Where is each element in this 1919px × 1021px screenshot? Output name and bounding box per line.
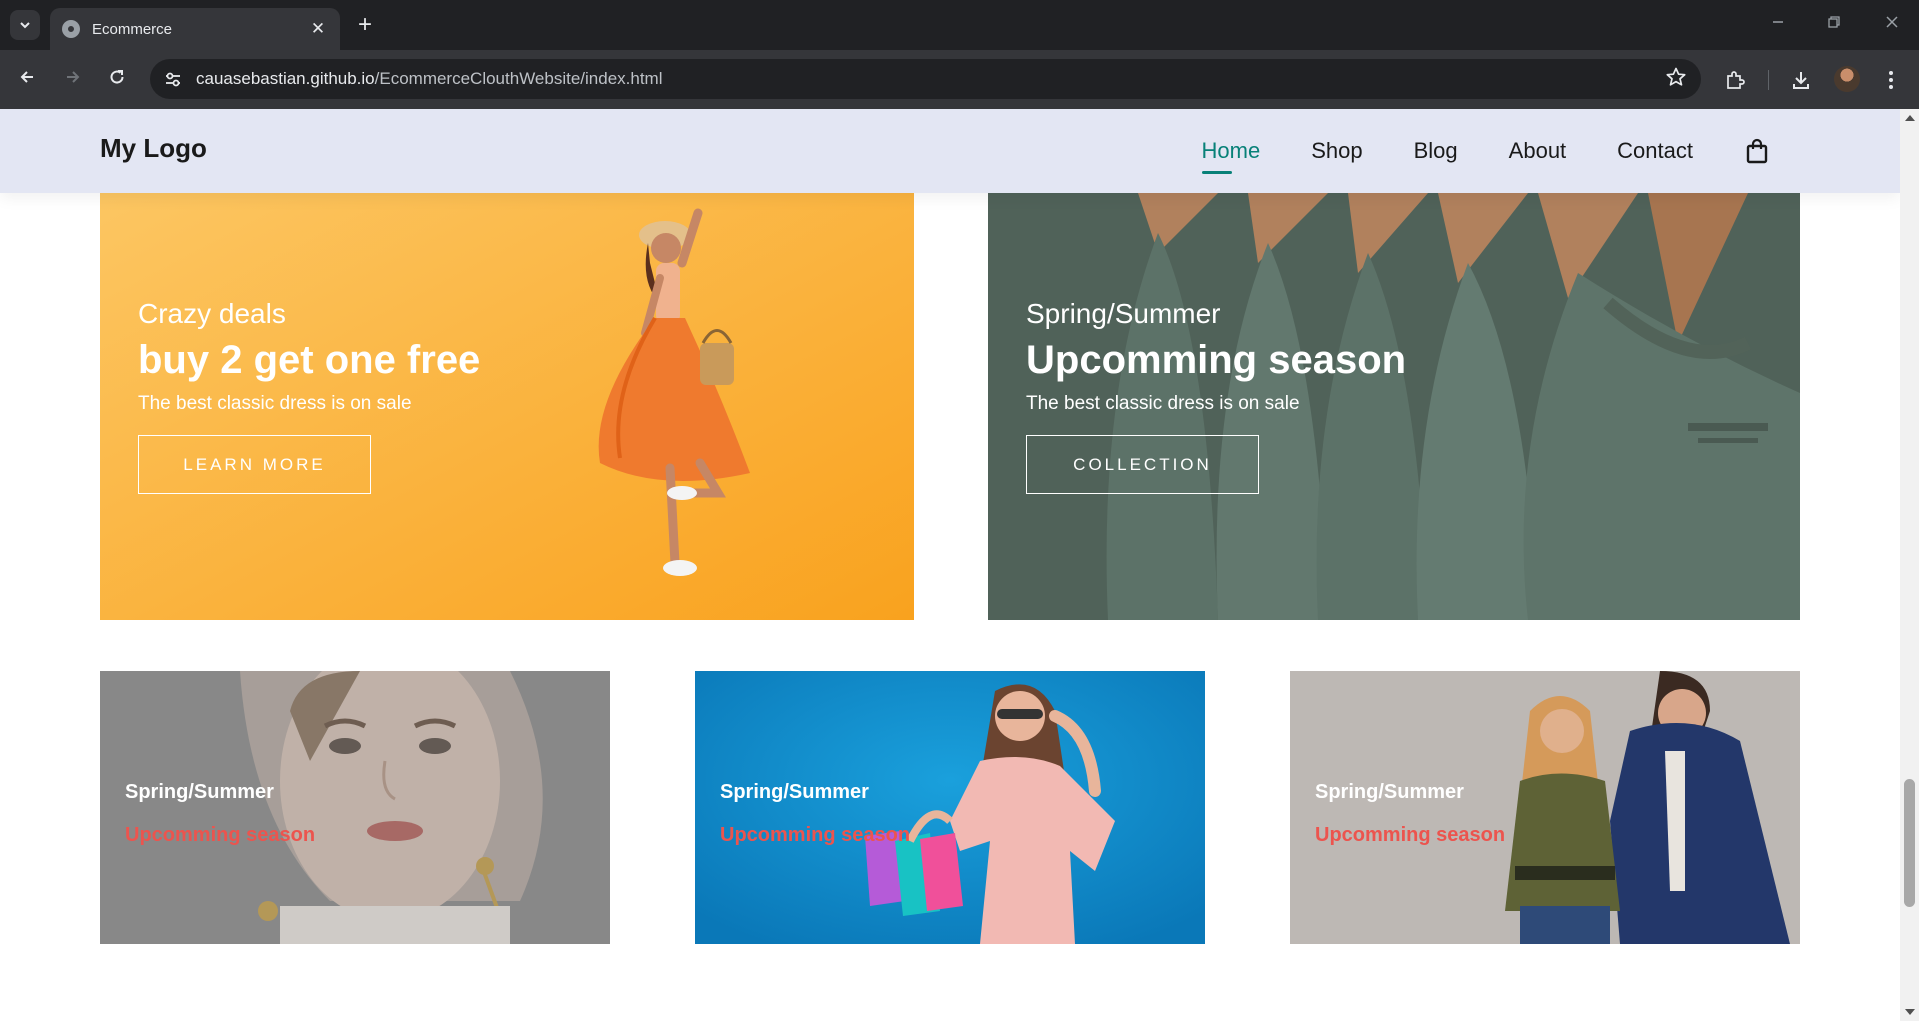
page-viewport: My Logo Home Shop Blog About Contact Cra… bbox=[0, 109, 1900, 1021]
collection-button[interactable]: COLLECTION bbox=[1026, 435, 1259, 494]
extensions-button[interactable] bbox=[1720, 65, 1750, 95]
back-button[interactable] bbox=[12, 65, 42, 95]
globe-icon bbox=[62, 20, 80, 38]
nav-shop[interactable]: Shop bbox=[1311, 138, 1362, 164]
nav-blog[interactable]: Blog bbox=[1414, 138, 1458, 164]
chrome-menu-button[interactable] bbox=[1876, 65, 1906, 95]
banner-eyebrow: Spring/Summer bbox=[1026, 298, 1221, 329]
minimize-icon bbox=[1773, 21, 1783, 23]
small-banner-1[interactable]: Spring/Summer Upcomming season bbox=[100, 671, 610, 944]
address-bar[interactable]: cauasebastian.github.io/EcommerceClouthW… bbox=[150, 59, 1701, 99]
scroll-down-arrow[interactable] bbox=[1905, 1009, 1915, 1015]
browser-toolbar: cauasebastian.github.io/EcommerceClouthW… bbox=[0, 50, 1919, 109]
close-icon bbox=[1886, 16, 1898, 28]
kebab-menu-icon bbox=[1889, 71, 1893, 89]
small-banner-subtitle: Upcomming season bbox=[720, 824, 911, 846]
small-banner-title: Spring/Summer bbox=[1315, 781, 1464, 803]
forward-button[interactable] bbox=[58, 65, 88, 95]
site-header: My Logo Home Shop Blog About Contact bbox=[0, 109, 1900, 193]
banner-content: Spring/Summer Upcomming season The best … bbox=[1026, 298, 1406, 494]
shopping-bag-icon-svg bbox=[1746, 138, 1768, 164]
reload-icon bbox=[110, 70, 124, 84]
star-icon[interactable] bbox=[1665, 66, 1687, 88]
banner-headline: Upcomming season bbox=[1026, 338, 1407, 382]
tab-title: Ecommerce bbox=[92, 20, 173, 38]
url-path: /EcommerceClouthWebsite/index.html bbox=[374, 69, 663, 88]
minimize-button[interactable] bbox=[1764, 12, 1792, 38]
puzzle-icon bbox=[1727, 71, 1745, 89]
download-icon bbox=[1793, 72, 1809, 89]
reload-button[interactable] bbox=[102, 65, 132, 95]
small-banner-2[interactable]: Spring/Summer Upcomming season bbox=[695, 671, 1205, 944]
new-tab-button[interactable]: + bbox=[352, 12, 378, 38]
url-host: cauasebastian.github.io bbox=[196, 69, 375, 88]
small-banner-title: Spring/Summer bbox=[720, 781, 869, 803]
banner-upcoming-season: Spring/Summer Upcomming season The best … bbox=[988, 193, 1800, 620]
arrow-right-icon bbox=[67, 71, 80, 83]
banner-content: Crazy deals buy 2 get one free The best … bbox=[138, 298, 480, 494]
small-banner-title: Spring/Summer bbox=[125, 781, 274, 803]
site-logo[interactable]: My Logo bbox=[100, 133, 207, 164]
tab-close-button[interactable]: ✕ bbox=[308, 19, 328, 39]
url-text[interactable]: cauasebastian.github.io/EcommerceClouthW… bbox=[196, 69, 663, 89]
banner-crazy-deals: Crazy deals buy 2 get one free The best … bbox=[100, 193, 914, 620]
browser-tab-strip: Ecommerce ✕ + bbox=[0, 0, 1919, 50]
close-window-button[interactable] bbox=[1878, 12, 1906, 38]
browser-tab[interactable]: Ecommerce ✕ bbox=[50, 8, 340, 50]
profile-avatar[interactable] bbox=[1834, 66, 1860, 92]
arrow-left-icon bbox=[20, 71, 33, 83]
small-banner-content: Spring/Summer Upcomming season bbox=[1315, 781, 1505, 847]
learn-more-button[interactable]: LEARN MORE bbox=[138, 435, 371, 494]
scrollbar-thumb[interactable] bbox=[1904, 779, 1915, 907]
scroll-up-arrow[interactable] bbox=[1905, 115, 1915, 121]
banner-description: The best classic dress is on sale bbox=[138, 393, 412, 414]
tune-icon[interactable] bbox=[162, 68, 184, 90]
tab-search-button[interactable] bbox=[10, 10, 40, 40]
shopping-bag-icon[interactable] bbox=[1744, 138, 1770, 164]
downloads-button[interactable] bbox=[1786, 65, 1816, 95]
toolbar-separator bbox=[1768, 70, 1769, 90]
page-scrollbar[interactable] bbox=[1900, 109, 1919, 1021]
small-banner-3[interactable]: Spring/Summer Upcomming season bbox=[1290, 671, 1800, 944]
small-banner-content: Spring/Summer Upcomming season bbox=[720, 781, 910, 847]
nav-contact[interactable]: Contact bbox=[1617, 138, 1693, 164]
restore-button[interactable] bbox=[1820, 12, 1848, 38]
banner-eyebrow: Crazy deals bbox=[138, 298, 286, 329]
banner-headline: buy 2 get one free bbox=[138, 338, 481, 382]
small-banner-subtitle: Upcomming season bbox=[1315, 824, 1506, 846]
small-banner-content: Spring/Summer Upcomming season bbox=[125, 781, 315, 847]
nav-home[interactable]: Home bbox=[1201, 138, 1260, 174]
banner-description: The best classic dress is on sale bbox=[1026, 393, 1300, 414]
main-nav: Home Shop Blog About Contact bbox=[1151, 109, 1770, 193]
chevron-down-icon bbox=[20, 22, 30, 29]
restore-icon bbox=[1828, 16, 1840, 28]
small-banner-subtitle: Upcomming season bbox=[125, 824, 316, 846]
nav-about[interactable]: About bbox=[1509, 138, 1567, 164]
